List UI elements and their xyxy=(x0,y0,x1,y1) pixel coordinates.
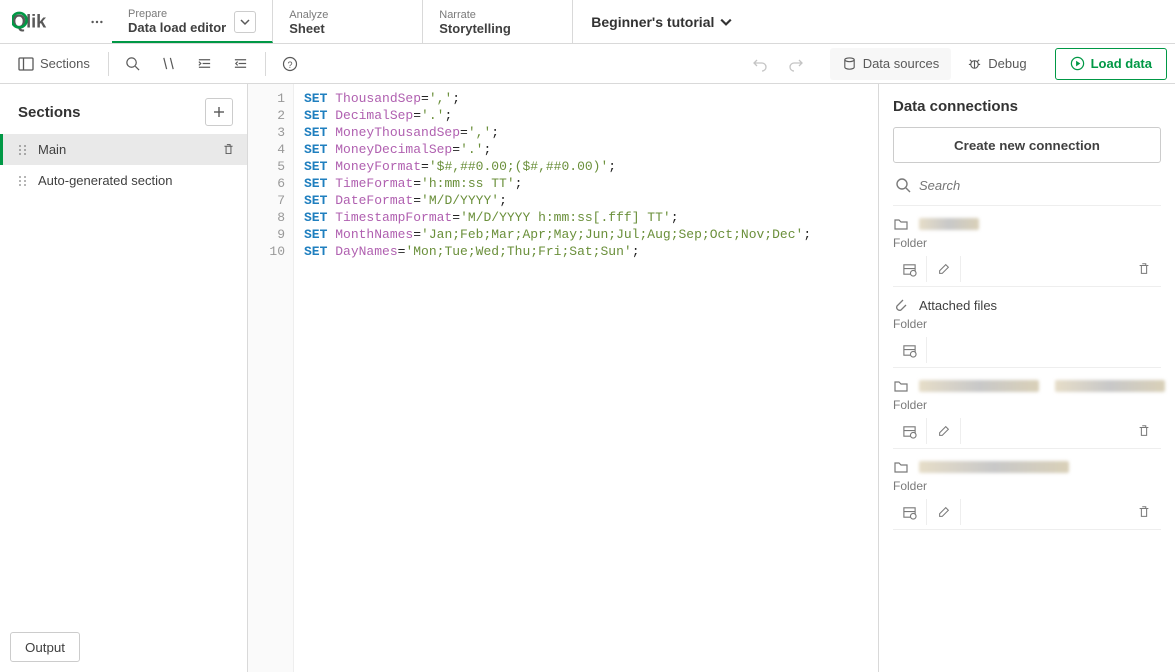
help-button[interactable]: ? xyxy=(274,50,306,78)
help-icon: ? xyxy=(282,56,298,72)
delete-connection-button[interactable] xyxy=(1127,499,1161,525)
connection-subtype: Folder xyxy=(893,317,1161,331)
divider xyxy=(265,52,266,76)
connections-panel: Data connections Create new connection F… xyxy=(879,84,1175,672)
svg-text:?: ? xyxy=(287,60,292,70)
connection-search[interactable] xyxy=(893,173,1161,206)
undo-button[interactable] xyxy=(744,50,776,78)
select-data-button[interactable] xyxy=(893,256,927,282)
panel-icon xyxy=(18,56,34,72)
editor-toolbar: Sections ? Data sources Debug Load data xyxy=(0,44,1175,84)
connection-item: Folder xyxy=(893,449,1161,530)
select-data-button[interactable] xyxy=(893,337,927,363)
connection-item: Folder xyxy=(893,206,1161,287)
section-item-main[interactable]: Main xyxy=(0,134,247,165)
app-title-text: Beginner's tutorial xyxy=(591,14,714,30)
nav-tab-analyze[interactable]: Analyze Sheet xyxy=(273,0,423,43)
edit-connection-button[interactable] xyxy=(927,499,961,525)
output-button[interactable]: Output xyxy=(10,632,80,662)
delete-connection-button[interactable] xyxy=(1127,256,1161,282)
section-item-auto[interactable]: Auto-generated section xyxy=(0,165,247,196)
comment-button[interactable] xyxy=(153,50,185,78)
chevron-down-icon[interactable] xyxy=(234,11,256,33)
folder-icon xyxy=(893,459,909,475)
search-icon xyxy=(895,177,911,193)
bug-icon xyxy=(967,56,982,71)
debug-label: Debug xyxy=(988,56,1026,71)
chevron-down-icon xyxy=(720,16,732,28)
datasource-icon xyxy=(842,56,857,71)
connection-subtype: Folder xyxy=(893,398,1161,412)
play-icon xyxy=(1070,56,1085,71)
delete-section-button[interactable] xyxy=(222,143,235,156)
section-label: Auto-generated section xyxy=(38,173,172,188)
nav-tab-narrate[interactable]: Narrate Storytelling xyxy=(423,0,573,43)
load-data-button[interactable]: Load data xyxy=(1055,48,1167,80)
connection-title: Attached files xyxy=(919,298,997,313)
more-menu-icon[interactable] xyxy=(82,0,112,43)
nav-tab-prepare[interactable]: Prepare Data load editor xyxy=(112,0,273,43)
delete-connection-button[interactable] xyxy=(1127,418,1161,444)
search-button[interactable] xyxy=(117,50,149,78)
sections-panel-toggle[interactable]: Sections xyxy=(8,50,100,78)
drag-handle-icon[interactable] xyxy=(18,144,28,156)
nav-tab-top: Analyze xyxy=(289,9,328,21)
outdent-icon xyxy=(233,56,248,71)
trash-icon xyxy=(222,143,235,156)
select-data-button[interactable] xyxy=(893,418,927,444)
redo-icon xyxy=(788,56,804,72)
edit-connection-button[interactable] xyxy=(927,418,961,444)
create-connection-button[interactable]: Create new connection xyxy=(893,127,1161,163)
script-editor[interactable]: 12345678910 SET ThousandSep=',';SET Deci… xyxy=(248,84,879,672)
add-section-button[interactable] xyxy=(205,98,233,126)
undo-icon xyxy=(752,56,768,72)
connection-item: Folder xyxy=(893,368,1161,449)
main-area: Sections Main Auto-generated section Out… xyxy=(0,84,1175,672)
outdent-button[interactable] xyxy=(225,50,257,78)
connection-subtype: Folder xyxy=(893,479,1161,493)
section-label: Main xyxy=(38,142,66,157)
plus-icon xyxy=(213,106,225,118)
indent-button[interactable] xyxy=(189,50,221,78)
connection-title-redacted xyxy=(919,380,1039,392)
select-data-button[interactable] xyxy=(893,499,927,525)
indent-icon xyxy=(197,56,212,71)
folder-icon xyxy=(893,378,909,394)
qlik-logo: Qlik xyxy=(0,0,82,43)
load-data-label: Load data xyxy=(1091,56,1152,71)
connection-title-redacted xyxy=(919,218,979,230)
connection-item: Attached files Folder xyxy=(893,287,1161,368)
debug-button[interactable]: Debug xyxy=(955,48,1038,80)
folder-icon xyxy=(893,216,909,232)
connections-title: Data connections xyxy=(893,98,1161,115)
nav-tab-bot: Storytelling xyxy=(439,21,511,36)
line-gutter: 12345678910 xyxy=(248,84,294,672)
search-icon xyxy=(125,56,140,71)
attach-icon xyxy=(893,297,909,313)
connection-subtype: Folder xyxy=(893,236,1161,250)
nav-tab-top: Prepare xyxy=(128,8,226,20)
drag-handle-icon[interactable] xyxy=(18,175,28,187)
edit-connection-button[interactable] xyxy=(927,256,961,282)
sections-toggle-label: Sections xyxy=(40,56,90,71)
top-bar: Qlik Prepare Data load editor Analyze Sh… xyxy=(0,0,1175,44)
sections-panel: Sections Main Auto-generated section Out… xyxy=(0,84,248,672)
connection-search-input[interactable] xyxy=(919,178,1159,193)
data-sources-label: Data sources xyxy=(863,56,940,71)
comment-icon xyxy=(161,56,176,71)
connection-title-redacted xyxy=(919,461,1069,473)
nav-tab-top: Narrate xyxy=(439,9,511,21)
sections-title: Sections xyxy=(18,104,81,121)
data-sources-button[interactable]: Data sources xyxy=(830,48,952,80)
nav-tab-bot: Sheet xyxy=(289,21,328,36)
nav-tab-bot: Data load editor xyxy=(128,20,226,35)
divider xyxy=(108,52,109,76)
code-area[interactable]: SET ThousandSep=',';SET DecimalSep='.';S… xyxy=(294,84,878,672)
app-title-dropdown[interactable]: Beginner's tutorial xyxy=(573,0,750,43)
redo-button[interactable] xyxy=(780,50,812,78)
